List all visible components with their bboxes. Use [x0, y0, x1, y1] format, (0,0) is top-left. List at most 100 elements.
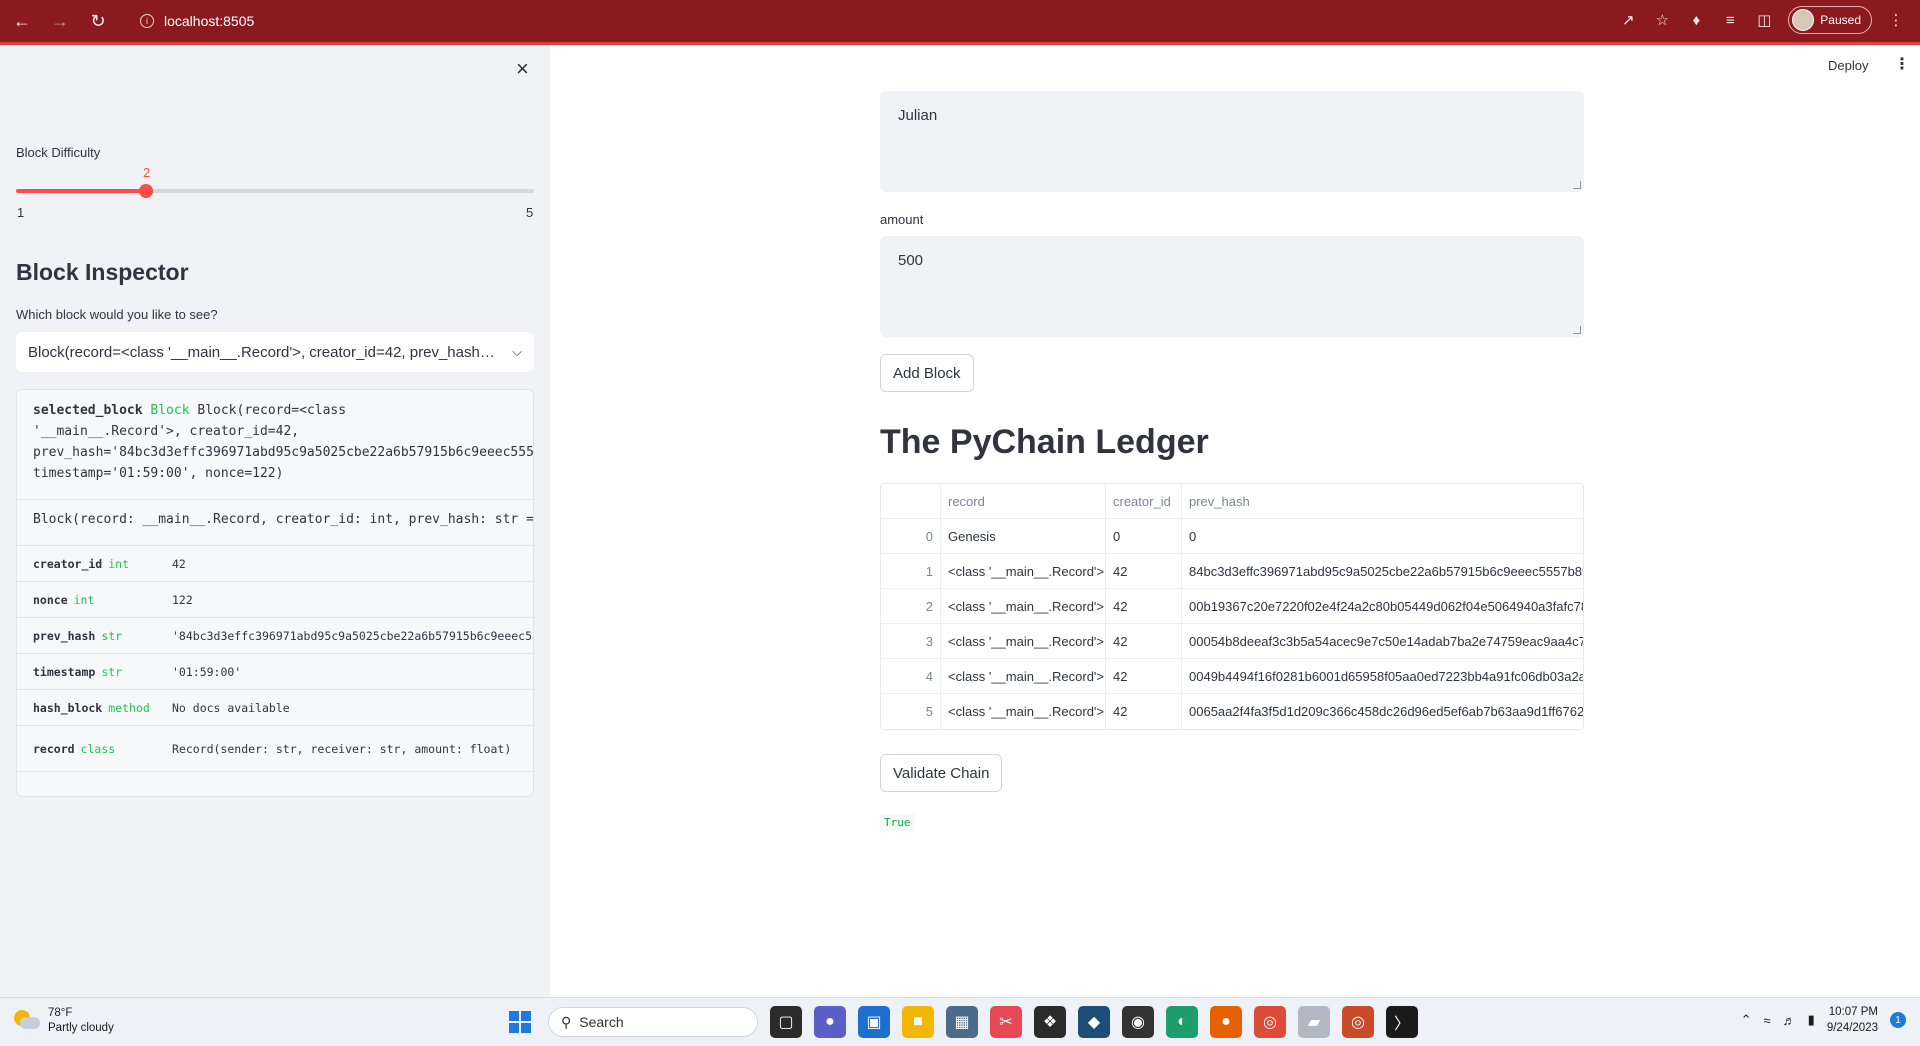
table-row[interactable]: 3 <class '__main__.Record'> 42 00054b8deeaf…: [881, 624, 1583, 659]
store-icon[interactable]: ▣: [858, 1006, 890, 1038]
attr-type: str: [101, 628, 123, 643]
forward-icon[interactable]: →: [44, 5, 76, 37]
notification-badge[interactable]: 1: [1890, 1012, 1906, 1028]
terminal-icon[interactable]: 〉: [1386, 1006, 1418, 1038]
site-info-icon[interactable]: i: [140, 14, 154, 28]
app-icon[interactable]: ▰: [1298, 1006, 1330, 1038]
side-panel-icon[interactable]: ◫: [1754, 10, 1774, 30]
page-title: The PyChain Ledger: [880, 423, 1209, 461]
help-attribute-row: timestamp str '01:59:00': [17, 654, 533, 690]
chevron-up-icon[interactable]: ⌃: [1741, 1012, 1752, 1028]
taskbar-search[interactable]: ⚲ Search: [548, 1007, 758, 1037]
help-repr-line: '__main__.Record'>, creator_id=42,: [33, 424, 300, 439]
attr-value: 42: [172, 556, 186, 571]
ledger-table[interactable]: record creator_id prev_hash 0 Genesis 0 0 1 <cla…: [880, 483, 1584, 730]
table-cell: 84bc3d3effc396971abd95c9a5025cbe22a6b579…: [1189, 563, 1583, 579]
slider-thumb[interactable]: [138, 184, 153, 198]
table-cell: 0: [1106, 519, 1182, 553]
attr-type: method: [108, 700, 150, 715]
table-cell: 3: [881, 624, 941, 658]
attr-name: creator_id int: [33, 556, 130, 571]
attr-name: nonce int: [33, 592, 95, 607]
table-cell: 5: [881, 694, 941, 729]
table-row[interactable]: 0 Genesis 0 0: [881, 519, 1583, 554]
table-cell: <class '__main__.Record'>: [941, 659, 1106, 693]
amount-textarea[interactable]: 500: [880, 236, 1584, 337]
temperature: 78°F: [48, 1007, 73, 1019]
column-header[interactable]: creator_id: [1106, 484, 1182, 518]
block-select-value: Block(record=<class '__main__.Record'>, …: [28, 343, 498, 361]
table-cell: 42: [1106, 554, 1182, 588]
snipping-tool-icon[interactable]: ✂: [990, 1006, 1022, 1038]
receiver-textarea[interactable]: Julian: [880, 91, 1584, 192]
block-inspector-heading: Block Inspector: [16, 259, 189, 285]
add-block-button[interactable]: Add Block: [880, 354, 974, 392]
start-icon[interactable]: [504, 1006, 536, 1038]
select-label: Which block would you like to see?: [16, 307, 218, 322]
column-header[interactable]: [881, 484, 941, 518]
deploy-button[interactable]: Deploy: [1828, 58, 1868, 73]
system-tray: ⌃ ≈ ♬ ▮ 10:07 PM 9/24/2023 1: [1741, 1004, 1906, 1036]
firefox-icon[interactable]: ●: [1210, 1006, 1242, 1038]
difficulty-slider[interactable]: [16, 184, 534, 198]
battery-icon[interactable]: ▮: [1808, 1012, 1815, 1028]
vscode-icon[interactable]: ◆: [1078, 1006, 1110, 1038]
column-header[interactable]: prev_hash: [1182, 484, 1583, 518]
chevron-down-icon: ⌵: [512, 344, 522, 359]
share-icon[interactable]: ↗: [1618, 10, 1638, 30]
chat-icon[interactable]: ●: [814, 1006, 846, 1038]
back-icon[interactable]: ←: [6, 5, 38, 37]
table-row[interactable]: 2 <class '__main__.Record'> 42 00b19367c20e…: [881, 589, 1583, 624]
obs-icon[interactable]: ◉: [1122, 1006, 1154, 1038]
volume-icon[interactable]: ♬: [1783, 1013, 1796, 1028]
help-attribute-row: nonce int 122: [17, 582, 533, 618]
task-view-icon[interactable]: ▢: [770, 1006, 802, 1038]
chrome-profile-icon[interactable]: ◎: [1342, 1006, 1374, 1038]
close-sidebar-icon[interactable]: ×: [516, 58, 536, 80]
attr-name: timestamp str: [33, 664, 123, 679]
chrome-icon[interactable]: ◎: [1254, 1006, 1286, 1038]
help-repr-line: prev_hash='84bc3d3effc396971abd95c9a5025…: [33, 445, 533, 460]
calculator-icon[interactable]: ▦: [946, 1006, 978, 1038]
table-cell: <class '__main__.Record'>: [941, 554, 1106, 588]
reading-list-icon[interactable]: ≡: [1720, 10, 1740, 30]
wifi-icon[interactable]: ≈: [1764, 1013, 1771, 1028]
attr-type: int: [108, 556, 130, 571]
resize-grip-icon[interactable]: [1573, 181, 1581, 189]
resize-grip-icon[interactable]: [1573, 326, 1581, 334]
table-cell: 2: [881, 589, 941, 623]
edge-icon[interactable]: ◐: [1166, 1006, 1198, 1038]
attr-name: hash_block method: [33, 700, 150, 715]
help-repr-line: timestamp='01:59:00', nonce=122): [33, 466, 284, 481]
extensions-icon[interactable]: ♦: [1686, 10, 1706, 30]
clock[interactable]: 10:07 PM 9/24/2023: [1827, 1004, 1878, 1036]
browser-menu-icon[interactable]: ⋮: [1886, 10, 1906, 30]
reload-icon[interactable]: ↻: [82, 5, 114, 37]
amount-value: 500: [898, 252, 924, 269]
table-row[interactable]: 1 <class '__main__.Record'> 42 84bc3d3effc3…: [881, 554, 1583, 589]
table-row[interactable]: 5 <class '__main__.Record'> 42 0065aa2f4fa3…: [881, 694, 1583, 729]
table-row[interactable]: 4 <class '__main__.Record'> 42 0049b4494f16…: [881, 659, 1583, 694]
help-signature: Block(record: __main__.Record, creator_i…: [17, 500, 533, 546]
table-cell: 42: [1106, 624, 1182, 658]
validate-chain-button[interactable]: Validate Chain: [880, 754, 1003, 792]
sidebar: × Block Difficulty 2 1 5 Block Inspector…: [0, 45, 550, 997]
bookmark-star-icon[interactable]: ☆: [1652, 10, 1672, 30]
column-header[interactable]: record: [941, 484, 1106, 518]
main-menu-icon[interactable]: ⋮: [1894, 54, 1910, 74]
url-text: localhost:8505: [164, 13, 255, 29]
browser-toolbar: ← → ↻ i localhost:8505 ↗ ☆ ♦ ≡ ◫ Paused …: [0, 0, 1920, 42]
slider-min: 1: [17, 205, 25, 220]
weather-widget[interactable]: 78°F Partly cloudy: [14, 1006, 114, 1036]
search-icon: ⚲: [561, 1013, 572, 1030]
help-var-name: selected_block: [33, 403, 143, 418]
address-bar[interactable]: i localhost:8505: [126, 6, 1686, 36]
dropbox-icon[interactable]: ❖: [1034, 1006, 1066, 1038]
table-cell: 0: [881, 519, 941, 553]
file-explorer-icon[interactable]: ■: [902, 1006, 934, 1038]
profile-button[interactable]: Paused: [1788, 6, 1872, 34]
partly-cloudy-icon: [14, 1010, 40, 1032]
help-attribute-row: creator_id int 42: [17, 546, 533, 582]
block-select[interactable]: Block(record=<class '__main__.Record'>, …: [16, 332, 534, 372]
help-attribute-row: record class Record(sender: str, receiver:…: [17, 726, 533, 772]
